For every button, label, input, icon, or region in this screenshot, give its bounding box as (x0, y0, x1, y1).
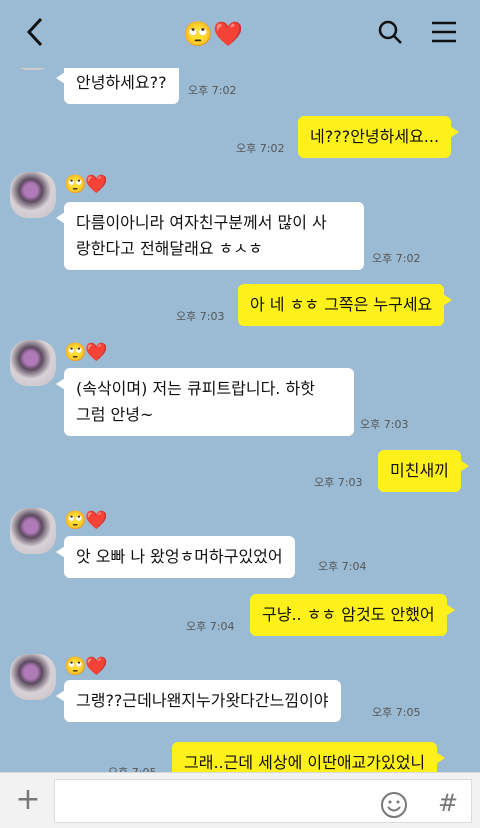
message-bubble-8[interactable]: 구냥.. ㅎㅎ 암것도 안했어 (250, 594, 455, 636)
back-button[interactable] (16, 14, 56, 54)
emoji-button[interactable] (380, 791, 410, 821)
message-time-5: 오후 7:03 (360, 418, 409, 431)
message-time-7: 오후 7:04 (318, 560, 367, 573)
message-time-9: 오후 7:05 (372, 706, 421, 719)
contact-avatar[interactable] (10, 654, 56, 700)
attach-button[interactable]: + (8, 781, 48, 821)
message-bubble-1[interactable]: 안녕하세요?? (56, 62, 179, 104)
message-input-bar: + # (0, 772, 480, 828)
message-time-4: 오후 7:03 (176, 310, 225, 323)
message-bubble-7[interactable]: 앗 오빠 나 왔엉ㅎ머하구있었어 (56, 536, 295, 578)
message-time-3: 오후 7:02 (372, 252, 421, 265)
message-bubble-3[interactable]: 다름이아니라 여자친구분께서 많이 사 랑한다고 전해달래요 ㅎㅅㅎ (56, 202, 364, 270)
message-bubble-2[interactable]: 네???안녕하세요... (298, 116, 460, 158)
contact-name: 🙄❤️ (64, 510, 108, 531)
contact-name: 🙄❤️ (64, 656, 108, 677)
smiley-icon (380, 792, 408, 823)
contact-name: 🙄❤️ (64, 174, 108, 195)
message-bubble-9[interactable]: 그랭??근데나왠지누가왓다간느낌이야 (56, 680, 341, 722)
contact-name: 🙄❤️ (64, 342, 108, 363)
message-bubble-4[interactable]: 아 네 ㅎㅎ 그쪽은 누구세요 (238, 284, 453, 326)
message-bubble-6[interactable]: 미친새끼 (378, 450, 469, 492)
hashtag-button[interactable]: # (432, 787, 464, 819)
contact-avatar[interactable] (10, 508, 56, 554)
message-time-1: 오후 7:02 (188, 84, 237, 97)
message-time-2: 오후 7:02 (236, 142, 285, 155)
message-time-10: 오후 7:05 (108, 764, 156, 772)
chat-area[interactable]: 🙄❤ 안녕하세요?? 오후 7:02 네???안녕하세요... 오후 7:02 … (0, 0, 480, 772)
contact-avatar[interactable] (10, 172, 56, 218)
menu-button[interactable] (424, 14, 464, 54)
chat-title: 🙄❤️ (183, 20, 243, 48)
search-button[interactable] (370, 14, 410, 54)
search-icon (376, 18, 404, 50)
chat-header: 🙄❤️ (0, 0, 480, 68)
message-time-8: 오후 7:04 (186, 620, 235, 633)
contact-avatar[interactable] (10, 340, 56, 386)
message-bubble-5[interactable]: (속삭이며) 저는 큐피트랍니다. 하핫 그럼 안녕~ (56, 368, 354, 436)
menu-icon (430, 20, 458, 48)
chevron-left-icon (23, 15, 49, 53)
message-bubble-10[interactable]: 그래..근데 세상에 이딴애교가있었니 (172, 742, 446, 772)
message-time-6: 오후 7:03 (314, 476, 363, 489)
